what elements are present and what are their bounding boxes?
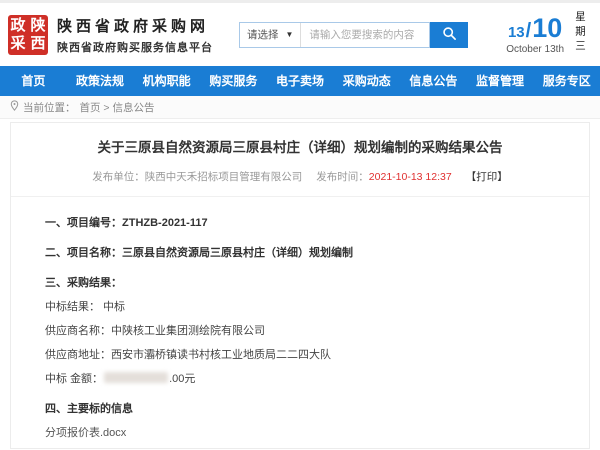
breadcrumb-prefix: 当前位置： [23, 100, 76, 115]
bid-result-line: 中标结果： 中标 [45, 298, 577, 314]
logo-char: 陕 [28, 17, 48, 35]
search-box: 请选择 ▼ [239, 22, 430, 48]
location-pin-icon [10, 100, 19, 114]
logo-char: 西 [28, 35, 48, 53]
bid-amount-line: 中标 金额： .00元 [45, 370, 577, 386]
search-input[interactable] [301, 29, 429, 41]
search-category-label: 请选择 [247, 27, 279, 42]
section-main-subject-info: 四、主要标的信息 [45, 400, 577, 416]
date-english: October 13th [506, 44, 564, 55]
site-subtitle: 陕西省政府购买服务信息平台 [57, 39, 213, 55]
section-procurement-result: 三、采购结果： [45, 274, 577, 290]
page-title: 关于三原县自然资源局三原县村庄（详细）规划编制的采购结果公告 [39, 139, 561, 158]
nav-item-procurement-news[interactable]: 采购动态 [333, 66, 400, 96]
date-month: 10 [532, 15, 562, 42]
site-title: 陕西省政府采购网 [57, 15, 213, 36]
search-button[interactable] [430, 22, 468, 48]
print-button[interactable]: 【打印】 [466, 171, 508, 183]
search-area: 请选择 ▼ [239, 22, 468, 48]
main-nav: 首页 政策法规 机构职能 购买服务 电子卖场 采购动态 信息公告 监督管理 服务… [0, 66, 600, 96]
supplier-name-line: 供应商名称：中陕核工业集团测绘院有限公司 [45, 322, 577, 338]
date-weekday: 星期三 [573, 11, 588, 59]
nav-item-e-marketplace[interactable]: 电子卖场 [267, 66, 334, 96]
search-icon [442, 26, 457, 44]
article-body: 一、项目编号：ZTHZB-2021-117 二、项目名称：三原县自然资源局三原县… [11, 197, 589, 449]
breadcrumb: 当前位置： 首页 > 信息公告 [0, 96, 600, 119]
supplier-address-line: 供应商地址：西安市灞桥镇读书村核工业地质局二二四大队 [45, 346, 577, 362]
publisher-value: 陕西中天禾招标项目管理有限公司 [145, 171, 303, 183]
logo-char: 政 [8, 17, 28, 35]
nav-item-functions[interactable]: 机构职能 [133, 66, 200, 96]
section-project-number: 一、项目编号：ZTHZB-2021-117 [45, 214, 577, 230]
site-names: 陕西省政府采购网 陕西省政府购买服务信息平台 [57, 15, 213, 55]
publish-time-label: 发布时间： [316, 171, 369, 183]
site-header: 政 陕 采 西 陕西省政府采购网 陕西省政府购买服务信息平台 请选择 ▼ 13 … [0, 3, 600, 66]
date-day: 13 [508, 24, 525, 41]
logo-char: 采 [8, 35, 28, 53]
publish-time-value: 2021-10-13 12:37 [369, 171, 452, 183]
nav-item-purchase-services[interactable]: 购买服务 [200, 66, 267, 96]
nav-item-supervision[interactable]: 监督管理 [467, 66, 534, 96]
article-meta: 发布单位：陕西中天禾招标项目管理有限公司 发布时间：2021-10-13 12:3… [11, 169, 589, 197]
bid-amount-label: 中标 金额： [45, 373, 103, 385]
search-category-select[interactable]: 请选择 ▼ [240, 23, 301, 47]
bid-amount-suffix: .00元 [169, 373, 195, 385]
breadcrumb-path[interactable]: 首页 > 信息公告 [80, 100, 155, 115]
nav-item-policies[interactable]: 政策法规 [67, 66, 134, 96]
nav-item-announcements[interactable]: 信息公告 [400, 66, 467, 96]
article-card: 关于三原县自然资源局三原县村庄（详细）规划编制的采购结果公告 发布单位：陕西中天… [10, 122, 590, 449]
site-logo: 政 陕 采 西 [8, 15, 48, 55]
chevron-down-icon: ▼ [286, 30, 294, 39]
nav-item-home[interactable]: 首页 [0, 66, 67, 96]
publisher-label: 发布单位： [92, 171, 145, 183]
attachment-link[interactable]: 分项报价表.docx [45, 424, 577, 440]
section-project-name: 二、项目名称：三原县自然资源局三原县村庄（详细）规划编制 [45, 244, 577, 260]
redacted-amount-value [104, 372, 168, 383]
date-widget: 13 / 10 October 13th 星期三 [506, 11, 592, 59]
nav-item-service-zone[interactable]: 服务专区 [533, 66, 600, 96]
date-slash: / [526, 20, 532, 43]
